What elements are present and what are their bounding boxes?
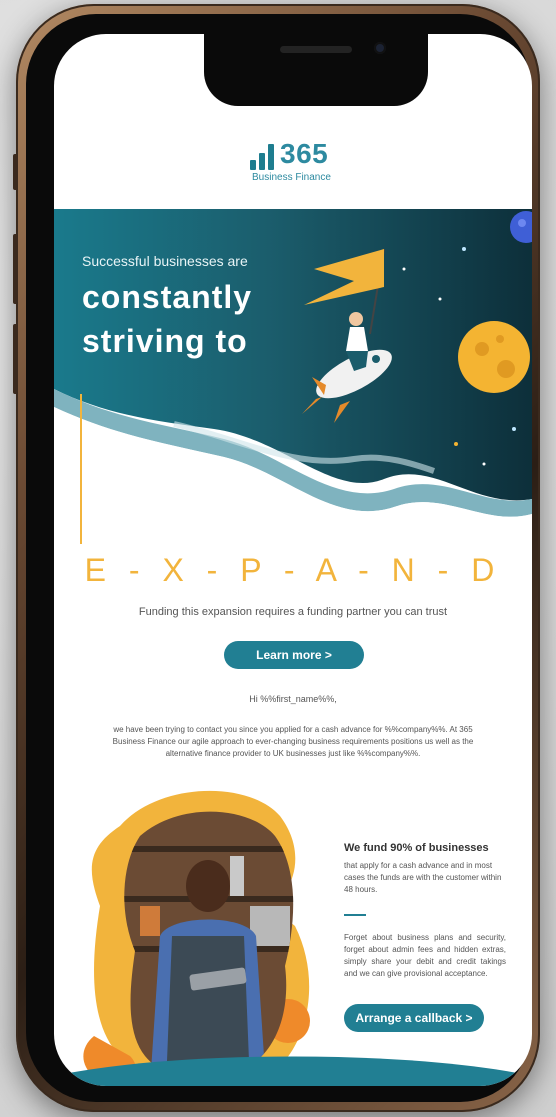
speaker bbox=[280, 46, 352, 53]
logo-number: 365 bbox=[280, 138, 329, 169]
fund-divider bbox=[344, 914, 366, 916]
fund-text: that apply for a cash advance and in mos… bbox=[344, 861, 502, 894]
brand-logo[interactable]: 365 Business Finance bbox=[250, 136, 370, 186]
notch bbox=[204, 34, 428, 106]
hero-big-line-1: constantly bbox=[82, 279, 253, 315]
fund-title: We fund 90% of businesses bbox=[344, 842, 489, 854]
tagline: Funding this expansion requires a fundin… bbox=[138, 606, 448, 618]
arrange-callback-button[interactable]: Arrange a callback > bbox=[344, 1004, 484, 1032]
hero-big-line-2: striving to bbox=[82, 323, 248, 359]
footer-wave bbox=[54, 1056, 532, 1086]
volume-down-button bbox=[13, 324, 18, 394]
fund-text-2: Forget about business plans and security… bbox=[344, 933, 506, 978]
hero-big-heading: constantly striving to bbox=[82, 275, 252, 363]
business-owner-photo bbox=[80, 786, 320, 1086]
email-screen: 365 Business Finance Successful business… bbox=[54, 34, 532, 1086]
accent-divider bbox=[80, 394, 82, 544]
volume-up-button bbox=[13, 234, 18, 304]
front-camera bbox=[374, 42, 386, 54]
hero-banner: Successful businesses are constantly str… bbox=[54, 209, 532, 539]
expand-heading: E - X - P - A - N - D bbox=[84, 552, 502, 588]
hero-small-heading: Successful businesses are bbox=[82, 253, 248, 269]
greeting: Hi %%first_name%%, bbox=[249, 694, 337, 704]
learn-more-button[interactable]: Learn more > bbox=[224, 641, 364, 669]
intro-paragraph: we have been trying to contact you since… bbox=[112, 725, 474, 758]
bars-icon bbox=[250, 144, 284, 170]
logo-subtitle: Business Finance bbox=[252, 172, 331, 183]
mute-switch bbox=[13, 154, 18, 190]
